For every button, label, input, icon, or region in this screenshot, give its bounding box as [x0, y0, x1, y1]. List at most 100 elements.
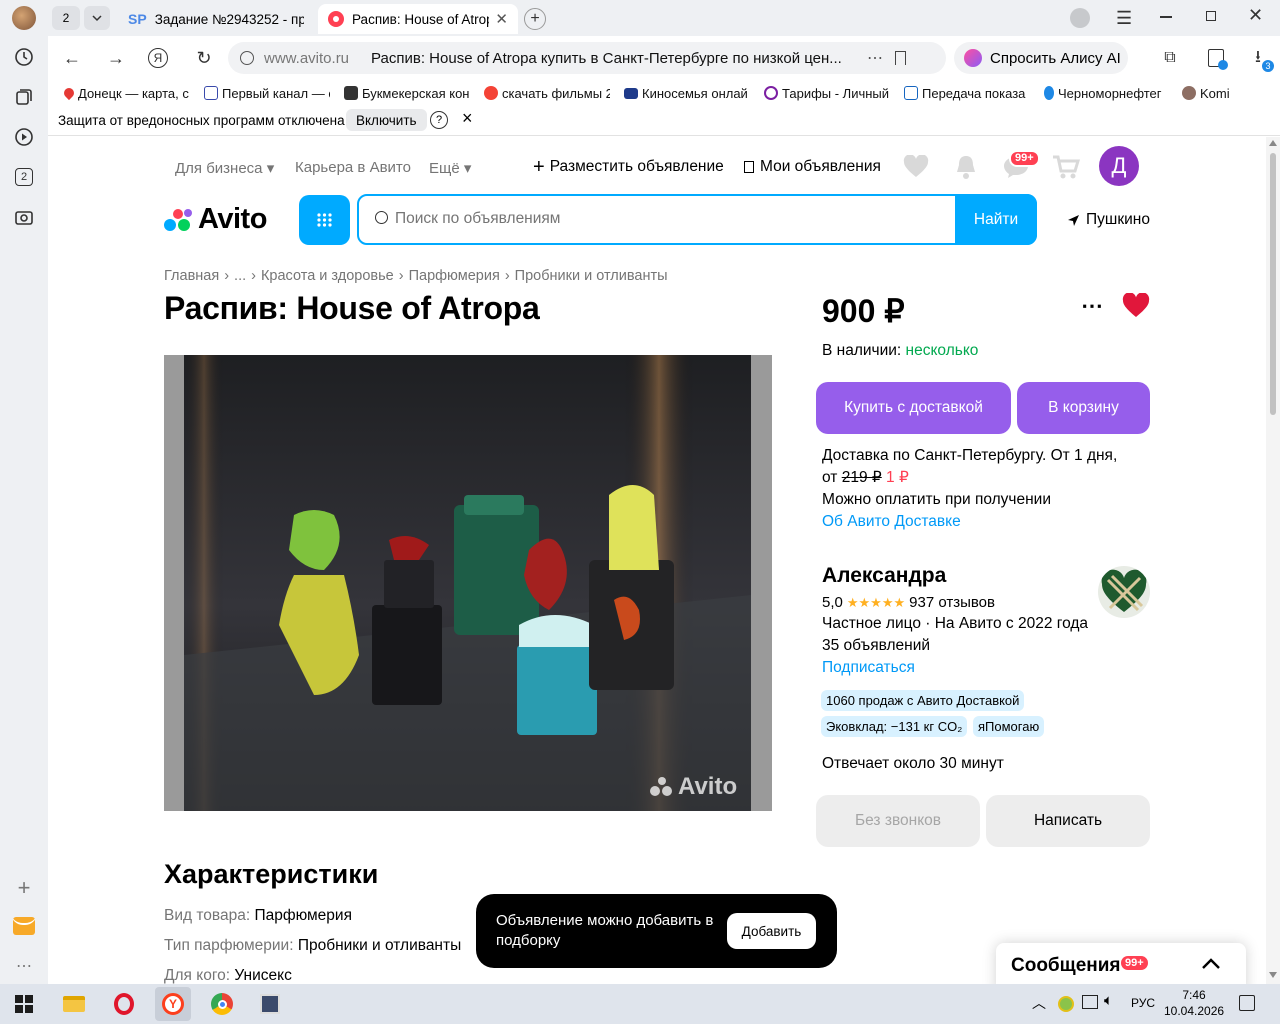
about-delivery-link[interactable]: Об Авито Доставке [822, 511, 1117, 533]
bookmark-icon[interactable] [895, 51, 907, 65]
volume-icon[interactable]: 🔈︎ [1104, 992, 1113, 1009]
ask-alice-button[interactable]: Спросить Алису AI [954, 42, 1128, 74]
seller-tag-deliveries[interactable]: 1060 продаж с Авито Доставкой [821, 690, 1025, 711]
more-icon[interactable]: ⋯ [12, 954, 36, 978]
subscribe-link[interactable]: Подписаться [822, 659, 915, 677]
seller-rating[interactable]: 5,0 ★★★★★ 937 отзывов [822, 594, 995, 611]
reload-icon[interactable]: ↻ [192, 46, 216, 70]
seller-tag-help[interactable]: яПомогаю [973, 716, 1045, 737]
forward-icon[interactable]: → [104, 46, 128, 70]
add-to-cart-button[interactable]: В корзину [1017, 382, 1150, 434]
help-icon[interactable]: ? [430, 111, 448, 129]
yandex-icon[interactable]: Я [146, 46, 170, 70]
scroll-up-icon[interactable] [1269, 140, 1277, 146]
collections-icon[interactable] [12, 85, 36, 109]
product-image[interactable]: Avito [164, 355, 772, 811]
reader-icon[interactable]: ⧉ [1158, 46, 1182, 70]
profile-avatar[interactable] [12, 6, 36, 30]
cart-icon[interactable] [1052, 154, 1081, 185]
breadcrumb-ellipsis[interactable]: ... [234, 268, 246, 284]
avito-logo[interactable]: Avito [164, 203, 267, 236]
menu-icon[interactable]: ☰ [1116, 8, 1132, 29]
bookmark-item[interactable]: Первый канал — с [204, 84, 330, 102]
file-explorer-icon[interactable] [60, 990, 88, 1018]
messages-panel[interactable]: Сообщения 99+ [996, 943, 1246, 984]
add-panel-icon[interactable]: + [12, 875, 36, 900]
close-tab-icon[interactable]: ✕ [495, 10, 508, 28]
chevron-up-icon[interactable] [1200, 956, 1222, 972]
categories-button[interactable] [299, 195, 350, 245]
bookmark-item[interactable]: Букмекерская кон [344, 84, 470, 102]
favorites-icon[interactable] [903, 154, 929, 184]
tab-counter-icon[interactable]: 2 [12, 165, 36, 189]
back-icon[interactable]: ← [60, 46, 84, 70]
search-input[interactable] [395, 205, 935, 233]
close-window-icon[interactable]: ✕ [1248, 5, 1263, 26]
bookmark-item[interactable]: Донецк — карта, с [64, 84, 192, 102]
notifications-center-icon[interactable] [1239, 995, 1255, 1011]
scroll-down-icon[interactable] [1269, 972, 1277, 978]
location-button[interactable]: Пушкино [1067, 211, 1150, 229]
notifications-icon[interactable] [954, 154, 978, 185]
chrome-icon[interactable] [208, 990, 236, 1018]
tab-count-button[interactable]: 2 [52, 6, 80, 30]
career-link[interactable]: Карьера в Авито [295, 159, 411, 176]
yandex-browser-icon[interactable]: Y [155, 987, 191, 1021]
more-link[interactable]: Ещё ▾ [429, 159, 471, 177]
breadcrumb-samples[interactable]: Пробники и отливанты [515, 268, 668, 284]
scrollbar-thumb[interactable] [1270, 153, 1276, 415]
enable-protection-button[interactable]: Включить [346, 109, 427, 131]
close-notice-icon[interactable]: × [462, 108, 473, 129]
seller-name[interactable]: Александра [822, 564, 946, 588]
new-tab-icon[interactable]: + [524, 8, 546, 30]
minimize-icon[interactable] [1160, 16, 1172, 18]
breadcrumb-perfume[interactable]: Парфюмерия [409, 268, 500, 284]
more-dots-icon[interactable]: ⋯ [867, 48, 883, 68]
tab-strip: 2 SP Задание №2943252 - про Распив: Hous… [48, 0, 1280, 36]
screenshot-icon[interactable] [12, 205, 36, 229]
history-icon[interactable] [12, 45, 36, 69]
language-indicator[interactable]: РУС [1131, 996, 1155, 1010]
seller-ads-count[interactable]: 35 объявлений [822, 637, 930, 655]
play-icon[interactable] [12, 125, 36, 149]
user-avatar[interactable]: Д [1099, 146, 1139, 186]
tab-task[interactable]: SP Задание №2943252 - про [118, 4, 314, 34]
network-icon[interactable] [1082, 995, 1098, 1009]
bookmark-item[interactable]: Передача показа [904, 84, 1030, 102]
business-link[interactable]: Для бизнеса ▾ [175, 159, 274, 177]
seller-avatar[interactable] [1098, 566, 1150, 618]
tray-app-icon[interactable] [1058, 996, 1074, 1012]
windows-start-icon[interactable] [10, 990, 38, 1018]
search-button[interactable]: Найти [955, 194, 1037, 245]
more-options-icon[interactable]: ⋯ [1081, 293, 1104, 319]
bookmark-item[interactable]: Тарифы - Личный [764, 84, 890, 102]
bookmark-item[interactable]: Киносемья онлай [624, 84, 750, 102]
account-icon[interactable] [1070, 8, 1090, 28]
tab-avito[interactable]: Распив: House of Atrop ✕ [318, 4, 518, 34]
toast-add-button[interactable]: Добавить [727, 913, 816, 949]
my-ads-button[interactable]: Мои объявления [744, 158, 881, 176]
mail-icon[interactable] [12, 914, 36, 938]
bookmark-item[interactable]: Черноморнефтег [1044, 84, 1170, 102]
address-bar[interactable]: www.avito.ru Распив: House of Atropa куп… [228, 42, 946, 74]
opera-icon[interactable] [110, 990, 138, 1018]
bookmark-item[interactable]: скачать фильмы 2 [484, 84, 610, 102]
breadcrumb-home[interactable]: Главная [164, 268, 219, 284]
downloads-icon[interactable]: ⭳ 3 [1246, 46, 1274, 72]
tabs-dropdown-icon[interactable] [84, 6, 110, 30]
breadcrumb-beauty[interactable]: Красота и здоровье [261, 268, 394, 284]
show-hidden-icons[interactable]: ︿ [1032, 993, 1046, 1013]
post-ad-button[interactable]: + Разместить объявление [533, 157, 724, 177]
buy-with-delivery-button[interactable]: Купить с доставкой [816, 382, 1011, 434]
favorite-heart-icon[interactable] [1122, 292, 1150, 324]
write-message-button[interactable]: Написать [986, 795, 1150, 847]
seller-tag-eco[interactable]: Эковклад: −131 кг CO₂ [821, 716, 968, 737]
clock[interactable]: 7:46 10.04.2026 [1164, 987, 1224, 1019]
messages-icon[interactable]: 99+ [1003, 150, 1040, 184]
bookmark-item[interactable]: Komi [1182, 84, 1254, 102]
site-info-icon[interactable] [240, 51, 254, 65]
restore-icon[interactable] [1206, 11, 1216, 21]
extension-icon[interactable] [1204, 46, 1228, 70]
app-icon[interactable] [256, 990, 284, 1018]
page-scrollbar[interactable] [1266, 137, 1280, 984]
